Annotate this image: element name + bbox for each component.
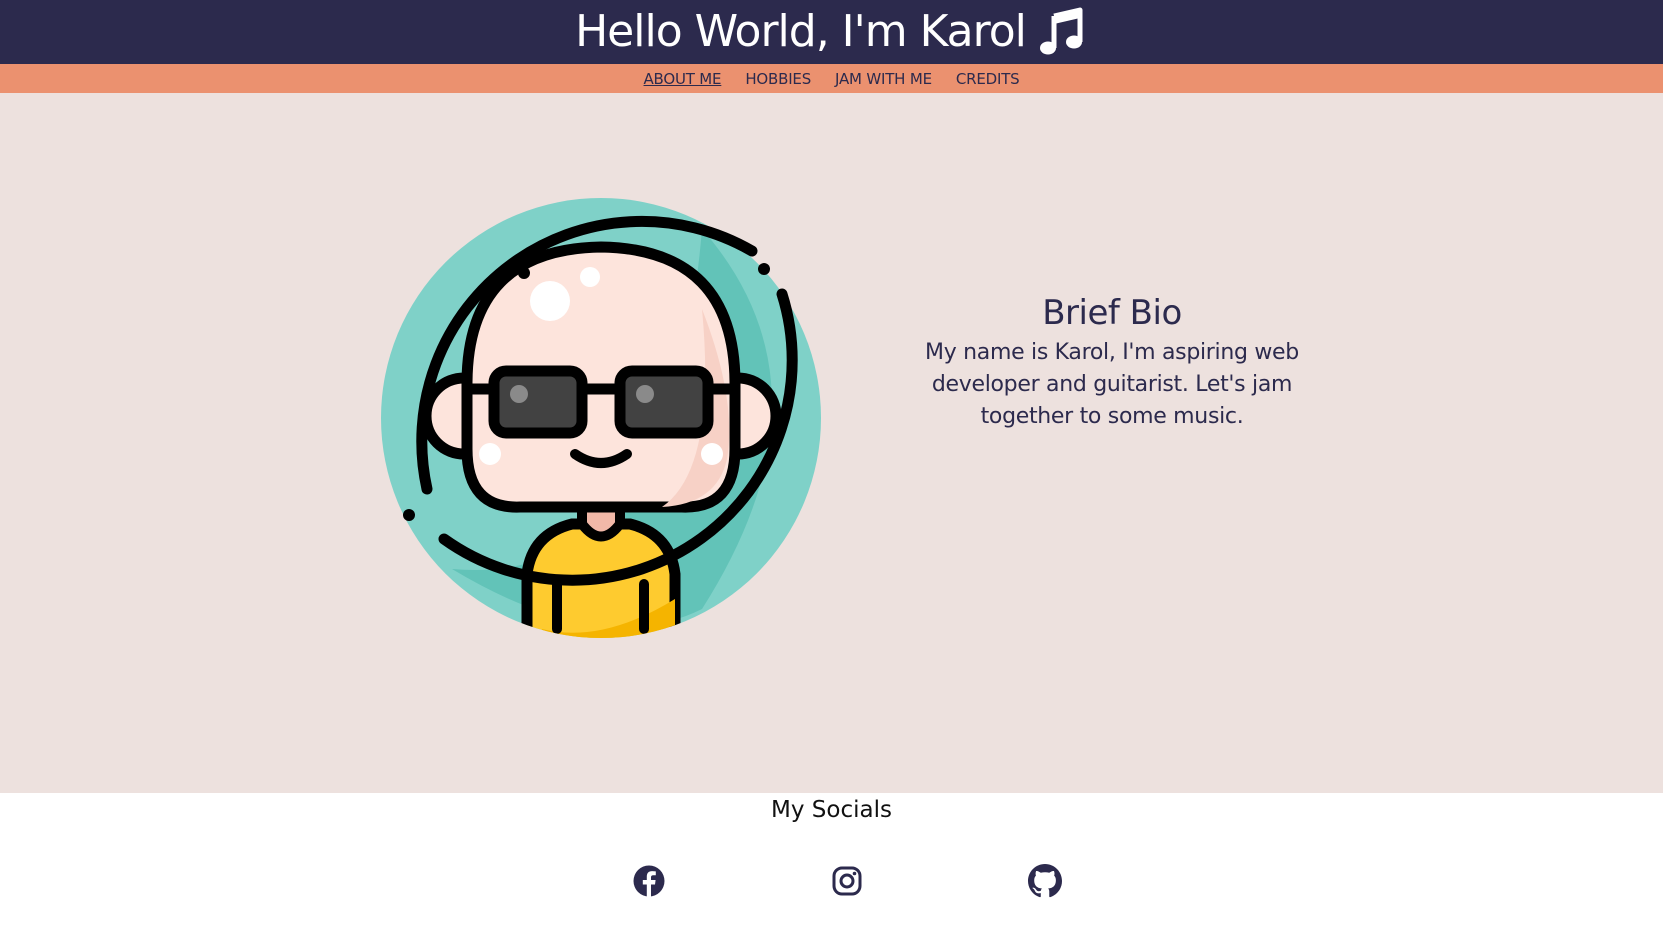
page-title: Hello World, I'm Karol: [575, 6, 1027, 57]
github-link[interactable]: [1028, 864, 1062, 898]
nav-credits[interactable]: CREDITS: [956, 70, 1020, 88]
nav-hobbies[interactable]: HOBBIES: [745, 70, 811, 88]
github-icon: [1028, 864, 1062, 898]
bio-block: Brief Bio My name is Karol, I'm aspiring…: [900, 293, 1324, 433]
socials-row: [0, 864, 1663, 900]
bio-heading: Brief Bio: [1042, 293, 1182, 333]
nav-about-me[interactable]: ABOUT ME: [644, 70, 722, 88]
bio-text: My name is Karol, I'm aspiring web devel…: [925, 340, 1299, 429]
main-nav: ABOUT ME HOBBIES JAM WITH ME CREDITS: [0, 64, 1663, 93]
facebook-icon: [632, 864, 666, 898]
socials-footer: My Socials: [0, 793, 1663, 932]
socials-heading: My Socials: [771, 797, 892, 823]
facebook-link[interactable]: [632, 864, 666, 898]
avatar-bald-sunglasses-icon: [372, 189, 830, 647]
instagram-link[interactable]: [830, 864, 864, 898]
music-note-icon: [1036, 6, 1088, 58]
nav-jam-with-me[interactable]: JAM WITH ME: [835, 70, 932, 88]
about-section: Brief Bio My name is Karol, I'm aspiring…: [0, 93, 1663, 793]
site-header: Hello World, I'm Karol: [0, 0, 1663, 64]
instagram-icon: [830, 864, 864, 898]
